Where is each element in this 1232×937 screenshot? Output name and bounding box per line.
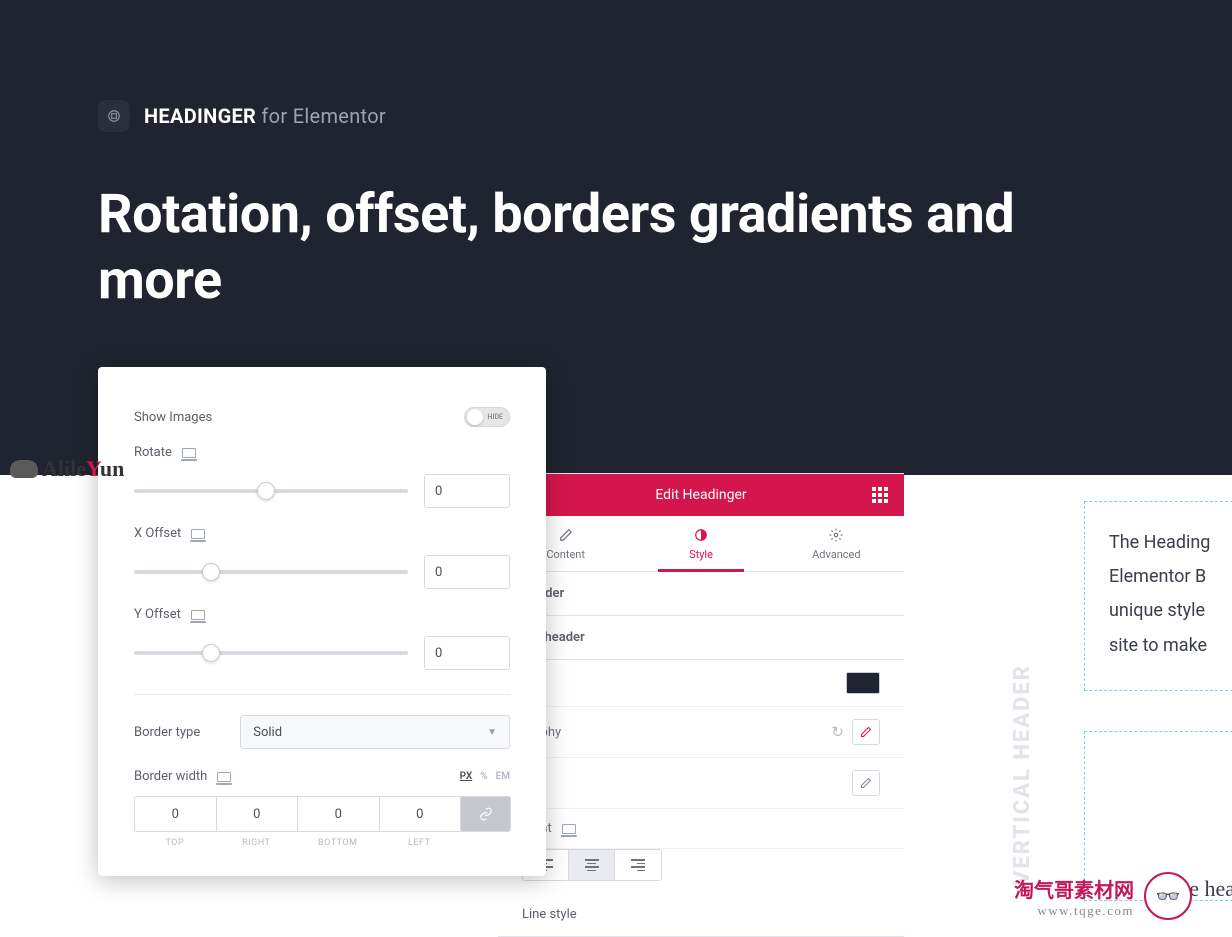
align-center-button[interactable] xyxy=(569,850,615,880)
xoffset-input[interactable]: 0 xyxy=(424,555,510,589)
panel-header: Edit Headinger xyxy=(498,474,904,516)
yoffset-slider-row: 0 xyxy=(134,636,510,670)
link-values-button[interactable] xyxy=(460,796,511,832)
unit-em[interactable]: EM xyxy=(496,771,510,782)
row-alignment-buttons xyxy=(498,849,904,893)
yoffset-slider[interactable] xyxy=(134,651,408,655)
row-alignment: ment xyxy=(498,809,904,849)
pencil-icon xyxy=(860,777,872,789)
device-icon[interactable] xyxy=(182,448,196,458)
chevron-down-icon: ▼ xyxy=(487,727,497,738)
border-type-label: Border type xyxy=(134,725,200,740)
color-picker[interactable] xyxy=(846,672,880,694)
vertical-header-text: VERTICAL HEADER xyxy=(1010,664,1035,885)
bw-bottom-input[interactable]: 0 xyxy=(297,796,380,832)
row-linestyle[interactable]: Line style xyxy=(498,893,904,937)
brand-row: HEADINGER for Elementor xyxy=(98,100,1134,132)
shadow-edit-button[interactable] xyxy=(852,770,880,796)
device-icon[interactable] xyxy=(191,610,205,620)
preview-area: VERTICAL HEADER The Heading Elementor B … xyxy=(904,475,1232,924)
device-icon[interactable] xyxy=(562,824,576,834)
reset-icon[interactable]: ↻ xyxy=(831,723,844,741)
device-icon[interactable] xyxy=(217,772,231,782)
slider-knob[interactable] xyxy=(257,482,275,500)
yoffset-input[interactable]: 0 xyxy=(424,636,510,670)
show-images-toggle[interactable]: HIDE xyxy=(464,407,510,427)
slider-knob[interactable] xyxy=(202,563,220,581)
border-type-row: Border type Solid ▼ xyxy=(134,715,510,749)
unit-percent[interactable]: % xyxy=(480,771,487,782)
brand-icon xyxy=(98,100,130,132)
align-right-button[interactable] xyxy=(615,850,661,880)
xoffset-slider[interactable] xyxy=(134,570,408,574)
yoffset-label: Y Offset xyxy=(134,607,510,622)
show-images-label: Show Images xyxy=(134,410,212,425)
tab-style[interactable]: Style xyxy=(633,516,768,571)
border-width-label: Border width xyxy=(134,769,207,784)
watermark-bottom: 淘气哥素材网 www.tqge.com 👓 xyxy=(1014,872,1192,920)
bw-left-input[interactable]: 0 xyxy=(379,796,462,832)
apps-icon[interactable] xyxy=(872,487,888,503)
rotate-input[interactable]: 0 xyxy=(424,474,510,508)
device-icon[interactable] xyxy=(191,529,205,539)
preview-paragraph: The Heading Elementor B unique style sit… xyxy=(1109,526,1232,663)
section-header[interactable]: Header xyxy=(498,572,904,616)
xoffset-slider-row: 0 xyxy=(134,555,510,589)
bw-labels: TOP RIGHT BOTTOM LEFT xyxy=(134,838,510,848)
border-width-inputs: 0 0 0 0 xyxy=(134,796,510,832)
contrast-icon xyxy=(694,528,708,542)
controls-panel: Show Images HIDE Rotate 0 X Offset 0 Y O… xyxy=(98,367,546,876)
unit-px[interactable]: PX xyxy=(460,771,473,782)
divider xyxy=(134,694,510,695)
typography-edit-button[interactable] xyxy=(852,719,880,745)
row-typography: graphy ↻ xyxy=(498,707,904,758)
panel-title: Edit Headinger xyxy=(655,487,746,503)
brand-name: HEADINGER for Elementor xyxy=(144,104,386,128)
border-width-row: Border width PX % EM xyxy=(134,769,510,784)
tab-advanced[interactable]: Advanced xyxy=(769,516,904,571)
hero-title: Rotation, offset, borders gradients and … xyxy=(98,182,1134,314)
rotate-slider-row: 0 xyxy=(134,474,510,508)
pencil-icon xyxy=(559,528,573,542)
rotate-label: Rotate xyxy=(134,445,510,460)
rotate-slider[interactable] xyxy=(134,489,408,493)
row-shadow: low xyxy=(498,758,904,809)
pencil-icon xyxy=(860,726,872,738)
unit-selector: PX % EM xyxy=(460,771,510,782)
face-icon: 👓 xyxy=(1144,872,1192,920)
show-images-row: Show Images HIDE xyxy=(134,407,510,427)
cloud-icon xyxy=(10,460,38,478)
bw-top-input[interactable]: 0 xyxy=(134,796,217,832)
elementor-panel: Edit Headinger Content Style Advanced He… xyxy=(498,473,904,937)
panel-tabs: Content Style Advanced xyxy=(498,516,904,572)
bw-right-input[interactable]: 0 xyxy=(216,796,299,832)
section-subheader[interactable]: Subheader xyxy=(498,616,904,660)
preview-text-box[interactable]: The Heading Elementor B unique style sit… xyxy=(1084,501,1232,691)
xoffset-label: X Offset xyxy=(134,526,510,541)
gear-icon xyxy=(829,528,843,542)
border-type-select[interactable]: Solid ▼ xyxy=(240,715,510,749)
row-color: r xyxy=(498,660,904,707)
watermark-left: AlileYun xyxy=(10,456,124,482)
slider-knob[interactable] xyxy=(202,644,220,662)
